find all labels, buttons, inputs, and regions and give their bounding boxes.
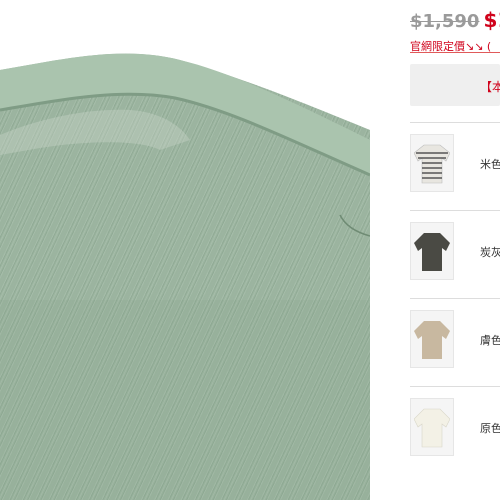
- color-name: 炭灰: [480, 246, 500, 259]
- color-name: 原色: [480, 422, 500, 435]
- notice-button-label: 【本: [480, 80, 500, 94]
- color-option-charcoal[interactable]: 炭灰: [410, 210, 500, 298]
- color-option-natural[interactable]: 原色: [410, 386, 500, 474]
- price-row: $1,590$1: [410, 8, 500, 32]
- tshirt-icon: [414, 233, 450, 271]
- color-thumbnail[interactable]: [410, 134, 454, 192]
- color-thumbnail[interactable]: [410, 398, 454, 456]
- original-price: $1,590: [410, 11, 480, 32]
- row-divider: [410, 210, 500, 211]
- product-main-image[interactable]: [0, 0, 370, 500]
- row-divider: [410, 386, 500, 387]
- color-thumbnail[interactable]: [410, 222, 454, 280]
- color-option-beige[interactable]: 米色: [410, 122, 500, 210]
- notice-button[interactable]: 【本: [410, 64, 500, 106]
- color-thumbnail[interactable]: [410, 310, 454, 368]
- color-name: 膚色: [480, 334, 500, 347]
- color-name: 米色: [480, 158, 500, 171]
- tshirt-icon: [414, 408, 450, 448]
- tshirt-icon: [414, 321, 450, 359]
- row-divider: [410, 122, 500, 123]
- color-option-nude[interactable]: 膚色: [410, 298, 500, 386]
- sale-price: $1: [483, 8, 500, 32]
- striped-tshirt-icon: [414, 144, 450, 184]
- sweater-collar-shape: [0, 0, 370, 500]
- row-divider: [410, 298, 500, 299]
- price-divider: [410, 52, 500, 53]
